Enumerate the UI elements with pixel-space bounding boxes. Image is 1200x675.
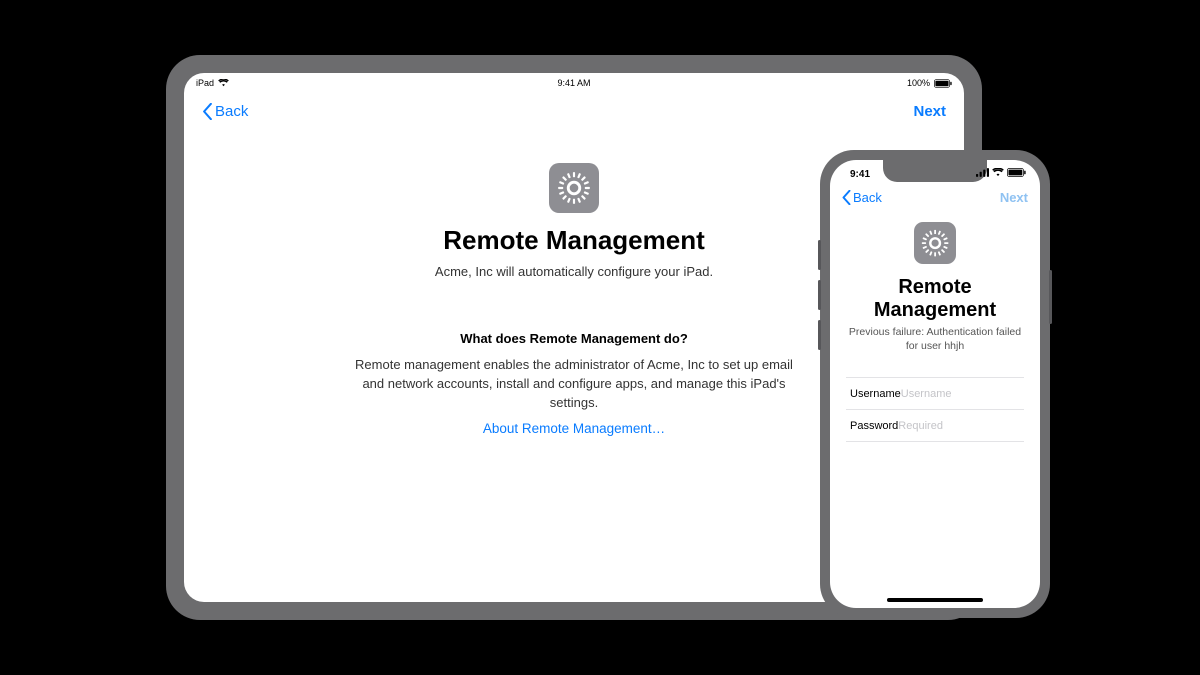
next-button[interactable]: Next xyxy=(913,103,946,120)
ipad-status-bar: iPad 9:41 AM 100% xyxy=(184,73,964,91)
back-label: Back xyxy=(215,103,248,120)
gear-icon xyxy=(914,222,956,264)
iphone-content: Remote Management Previous failure: Auth… xyxy=(830,222,1040,442)
status-time: 9:41 AM xyxy=(557,78,590,88)
iphone-device-frame: 9:41 Back Next xyxy=(820,150,1050,618)
battery-icon xyxy=(1007,168,1026,180)
error-message: Previous failure: Authentication failed … xyxy=(846,326,1024,353)
username-row: Username xyxy=(846,378,1024,410)
home-indicator[interactable] xyxy=(887,598,983,602)
ipad-nav-bar: Back Next xyxy=(184,93,964,129)
section-body: Remote management enables the administra… xyxy=(354,356,794,413)
chevron-left-icon xyxy=(842,190,851,205)
back-label: Back xyxy=(853,190,882,205)
chevron-left-icon xyxy=(202,103,213,120)
gear-icon xyxy=(549,163,599,213)
wifi-icon xyxy=(218,79,229,87)
next-label: Next xyxy=(1000,190,1028,205)
password-input[interactable] xyxy=(898,420,1040,432)
password-label: Password xyxy=(850,420,898,432)
next-label: Next xyxy=(913,103,946,120)
wifi-icon xyxy=(992,168,1004,180)
username-label: Username xyxy=(850,388,901,400)
battery-icon xyxy=(934,79,952,88)
credential-fields: Username Password xyxy=(846,377,1024,442)
status-time: 9:41 xyxy=(844,169,870,180)
password-row: Password xyxy=(846,410,1024,442)
about-remote-management-link[interactable]: About Remote Management… xyxy=(304,421,844,436)
iphone-screen: 9:41 Back Next xyxy=(830,160,1040,608)
page-title: Remote Management xyxy=(304,225,844,256)
back-button[interactable]: Back xyxy=(202,103,248,120)
next-button[interactable]: Next xyxy=(1000,190,1028,205)
status-device-label: iPad xyxy=(196,78,214,88)
iphone-nav-bar: Back Next xyxy=(830,190,1040,205)
iphone-status-bar: 9:41 xyxy=(830,164,1040,184)
back-button[interactable]: Back xyxy=(842,190,882,205)
page-title: Remote Management xyxy=(846,276,1024,322)
section-heading: What does Remote Management do? xyxy=(304,331,844,346)
page-subtitle: Acme, Inc will automatically configure y… xyxy=(304,264,844,279)
cellular-icon xyxy=(976,168,989,180)
username-input[interactable] xyxy=(901,388,1040,400)
status-battery-label: 100% xyxy=(907,78,930,88)
